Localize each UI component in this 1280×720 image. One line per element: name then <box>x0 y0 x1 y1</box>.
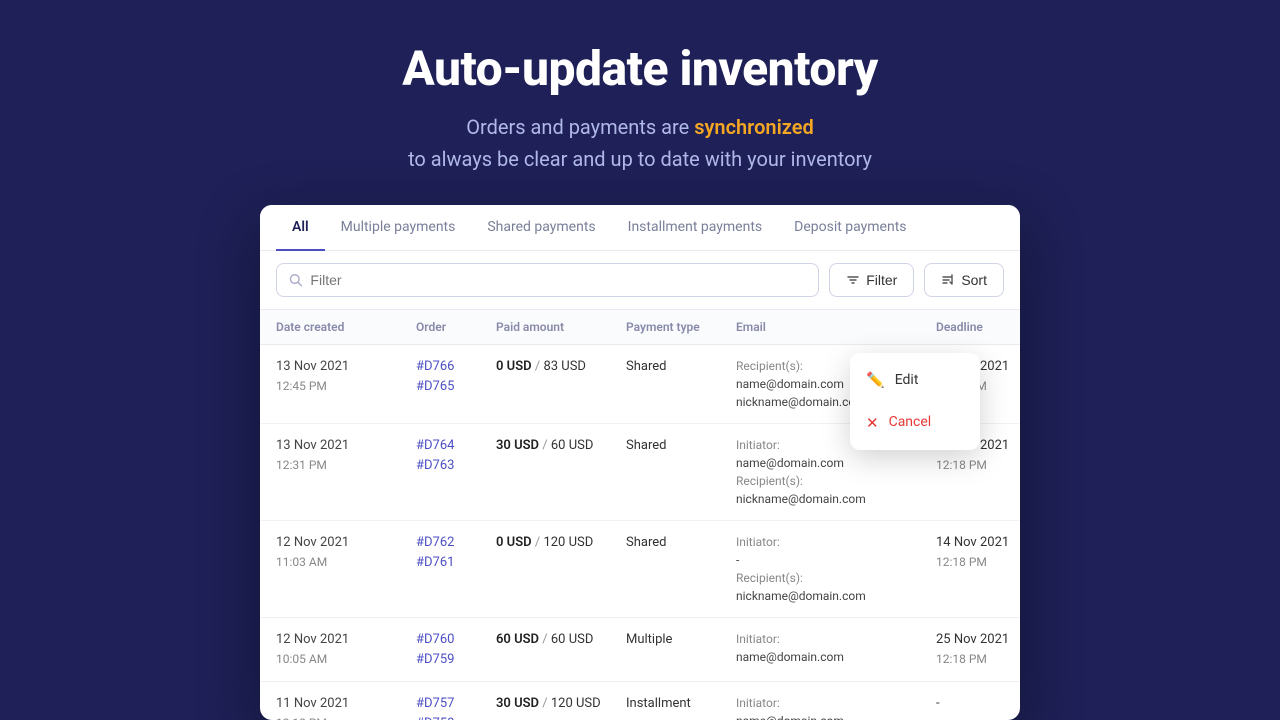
col-date: Date created <box>276 320 416 334</box>
cell-type: Shared <box>626 357 736 377</box>
header-section: Auto-update inventory Orders and payment… <box>382 0 898 205</box>
cell-orders: #D764 #D763 <box>416 436 496 475</box>
col-type: Payment type <box>626 320 736 334</box>
page-title: Auto-update inventory <box>402 40 878 97</box>
cell-deadline: - <box>936 694 1020 714</box>
order-link[interactable]: #D757 <box>416 696 454 711</box>
cell-email: Initiator: name@domain.com <box>736 630 936 666</box>
cell-date: 11 Nov 2021 12:18 PM <box>276 694 416 720</box>
tab-shared[interactable]: Shared payments <box>471 205 611 251</box>
order-link[interactable]: #D766 <box>416 359 454 374</box>
sort-icon <box>941 273 955 287</box>
cell-date: 12 Nov 2021 10:05 AM <box>276 630 416 668</box>
tab-multiple[interactable]: Multiple payments <box>325 205 472 251</box>
tab-installment[interactable]: Installment payments <box>612 205 779 251</box>
toolbar: Filter Sort <box>260 251 1020 310</box>
filter-button[interactable]: Filter <box>829 263 914 297</box>
cell-orders: #D762 #D761 <box>416 533 496 572</box>
tab-all[interactable]: All <box>276 205 325 251</box>
order-link[interactable]: #D761 <box>416 555 454 570</box>
col-order: Order <box>416 320 496 334</box>
menu-cancel-label: Cancel <box>889 412 932 433</box>
tab-deposit[interactable]: Deposit payments <box>778 205 922 251</box>
cell-type: Shared <box>626 436 736 456</box>
order-link[interactable]: #D758 <box>416 716 454 720</box>
cell-deadline: 14 Nov 2021 12:18 PM <box>936 533 1020 571</box>
cell-deadline: 25 Nov 2021 12:18 PM <box>936 630 1020 668</box>
menu-cancel-item[interactable]: ✕ Cancel <box>850 402 980 445</box>
order-link[interactable]: #D763 <box>416 458 454 473</box>
cell-type: Installment <box>626 694 736 714</box>
table-row: 11 Nov 2021 12:18 PM #D757 #D758 30 USD … <box>260 682 1020 720</box>
context-menu: ✏️ Edit ✕ Cancel <box>850 353 980 450</box>
order-link[interactable]: #D765 <box>416 379 454 394</box>
table-row: 12 Nov 2021 10:05 AM #D760 #D759 60 USD … <box>260 618 1020 682</box>
search-box <box>276 263 819 297</box>
cell-date: 13 Nov 2021 12:45 PM <box>276 357 416 395</box>
sort-button[interactable]: Sort <box>924 263 1004 297</box>
table-body: 13 Nov 2021 12:45 PM #D766 #D765 0 USD /… <box>260 345 1020 720</box>
cell-type: Multiple <box>626 630 736 650</box>
cancel-icon: ✕ <box>866 412 879 435</box>
table-row: 12 Nov 2021 11:03 AM #D762 #D761 0 USD /… <box>260 521 1020 618</box>
cell-date: 13 Nov 2021 12:31 PM <box>276 436 416 474</box>
search-icon <box>289 273 302 287</box>
order-link[interactable]: #D764 <box>416 438 454 453</box>
table-row: 13 Nov 2021 12:45 PM #D766 #D765 0 USD /… <box>260 345 1020 424</box>
filter-icon <box>846 273 860 287</box>
order-link[interactable]: #D760 <box>416 632 454 647</box>
sort-label: Sort <box>961 272 987 288</box>
search-input[interactable] <box>310 272 806 288</box>
cell-amount: 30 USD / 60 USD <box>496 436 626 456</box>
menu-edit-item[interactable]: ✏️ Edit <box>850 359 980 402</box>
col-deadline: Deadline <box>936 320 1020 334</box>
order-link[interactable]: #D759 <box>416 652 454 667</box>
cell-email: Initiator: name@domain.com <box>736 694 936 720</box>
cell-orders: #D757 #D758 <box>416 694 496 720</box>
col-email: Email <box>736 320 936 334</box>
cell-orders: #D760 #D759 <box>416 630 496 669</box>
cell-amount: 0 USD / 120 USD <box>496 533 626 553</box>
filter-label: Filter <box>866 272 897 288</box>
cell-amount: 60 USD / 60 USD <box>496 630 626 650</box>
cell-orders: #D766 #D765 <box>416 357 496 396</box>
cell-email: Initiator: - Recipient(s): nickname@doma… <box>736 533 936 605</box>
col-paid: Paid amount <box>496 320 626 334</box>
menu-edit-label: Edit <box>895 370 919 391</box>
cell-type: Shared <box>626 533 736 553</box>
cell-amount: 0 USD / 83 USD <box>496 357 626 377</box>
order-link[interactable]: #D762 <box>416 535 454 550</box>
table-header: Date created Order Paid amount Payment t… <box>260 310 1020 345</box>
cell-amount: 30 USD / 120 USD <box>496 694 626 714</box>
tab-bar: All Multiple payments Shared payments In… <box>260 205 1020 251</box>
subtitle: Orders and payments are synchronized to … <box>402 111 878 175</box>
cell-date: 12 Nov 2021 11:03 AM <box>276 533 416 571</box>
edit-icon: ✏️ <box>866 369 885 392</box>
subtitle-after: to always be clear and up to date with y… <box>408 147 872 171</box>
subtitle-highlight: synchronized <box>694 115 814 139</box>
subtitle-before: Orders and payments are <box>466 115 694 139</box>
main-card: All Multiple payments Shared payments In… <box>260 205 1020 720</box>
